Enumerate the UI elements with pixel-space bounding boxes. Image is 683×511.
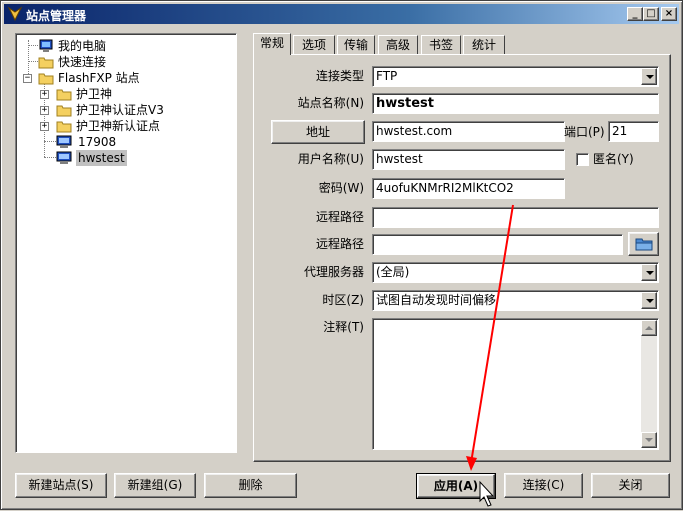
apply-button[interactable]: 应用(A) bbox=[416, 473, 496, 499]
connection-type-value: FTP bbox=[376, 69, 398, 83]
local-path-field[interactable] bbox=[372, 234, 623, 255]
tree-item-17908[interactable]: 17908 bbox=[16, 134, 216, 150]
window-title: 站点管理器 bbox=[26, 9, 87, 23]
tree-item-label: 快速连接 bbox=[58, 55, 107, 69]
port-label: 端口(P) bbox=[564, 125, 605, 139]
remote-path-label: 远程路径 bbox=[315, 210, 364, 224]
address-button[interactable]: 地址 bbox=[271, 120, 365, 144]
monitor-icon bbox=[56, 151, 72, 164]
computer-icon bbox=[39, 39, 53, 52]
tree-item-huweishen-v3[interactable]: + 护卫神认证点V3 bbox=[16, 102, 226, 118]
tab-transfer[interactable]: 传输 bbox=[337, 35, 375, 55]
tab-options[interactable]: 选项 bbox=[293, 35, 335, 55]
folder-icon bbox=[56, 89, 72, 101]
tree-item-my-computer[interactable]: 我的电脑 bbox=[16, 38, 216, 54]
chevron-down-icon[interactable] bbox=[641, 68, 657, 85]
chevron-down-icon[interactable] bbox=[641, 264, 657, 281]
minimize-button[interactable]: _ bbox=[627, 7, 643, 21]
tab-statistics[interactable]: 统计 bbox=[463, 35, 505, 55]
collapse-toggle[interactable]: − bbox=[23, 74, 32, 83]
port-field[interactable]: 21 bbox=[608, 121, 659, 142]
notes-scrollbar[interactable] bbox=[641, 320, 657, 448]
maximize-button[interactable]: □ bbox=[643, 7, 659, 21]
open-folder-icon bbox=[635, 238, 653, 251]
username-label: 用户名称(U) bbox=[297, 152, 364, 166]
tree-item-label: 护卫神认证点V3 bbox=[76, 103, 164, 117]
folder-icon bbox=[56, 105, 72, 117]
folder-icon bbox=[38, 73, 54, 85]
expand-toggle[interactable]: + bbox=[40, 90, 49, 99]
new-site-button[interactable]: 新建站点(S) bbox=[15, 473, 107, 498]
password-field[interactable]: 4uofuKNMrRI2MlKtCO2 bbox=[372, 178, 565, 199]
close-window-button[interactable]: × bbox=[661, 7, 677, 21]
anonymous-label: 匿名(Y) bbox=[593, 152, 634, 166]
delete-button[interactable]: 删除 bbox=[204, 473, 297, 498]
remote-path-field[interactable] bbox=[372, 207, 659, 228]
timezone-select[interactable]: 试图自动发现时间偏移 bbox=[372, 290, 659, 311]
folder-icon bbox=[38, 57, 54, 69]
scroll-up-icon[interactable] bbox=[641, 320, 657, 336]
browse-folder-button[interactable] bbox=[628, 232, 659, 256]
tab-bookmarks[interactable]: 书签 bbox=[421, 35, 461, 55]
tree-item-label: 护卫神 bbox=[76, 87, 113, 101]
password-label: 密码(W) bbox=[318, 181, 364, 195]
new-group-button[interactable]: 新建组(G) bbox=[114, 473, 196, 498]
site-name-label: 站点名称(N) bbox=[297, 96, 364, 110]
address-button-label: 地址 bbox=[305, 125, 330, 139]
tab-advanced[interactable]: 高级 bbox=[378, 35, 418, 55]
notes-label: 注释(T) bbox=[323, 320, 364, 334]
tree-item-label: 护卫神新认证点 bbox=[76, 119, 161, 133]
monitor-icon bbox=[56, 135, 72, 148]
proxy-value: (全局) bbox=[376, 265, 410, 279]
close-button[interactable]: 关闭 bbox=[591, 473, 670, 498]
site-tree[interactable]: 我的电脑 快速连接 − FlashFXP 站点 + 护卫神 + 护卫神认证点V3… bbox=[15, 33, 237, 453]
tree-item-label: 17908 bbox=[78, 135, 117, 149]
proxy-select[interactable]: (全局) bbox=[372, 262, 659, 283]
flashfxp-app-icon bbox=[7, 6, 23, 22]
anonymous-checkbox[interactable] bbox=[576, 153, 589, 166]
tree-item-quick-connect[interactable]: 快速连接 bbox=[16, 54, 216, 70]
address-field[interactable]: hwstest.com bbox=[372, 121, 565, 142]
expand-toggle[interactable]: + bbox=[40, 106, 49, 115]
tree-item-hwstest[interactable]: hwstest bbox=[16, 150, 216, 166]
connect-button[interactable]: 连接(C) bbox=[504, 473, 583, 498]
tree-item-huweishen-new[interactable]: + 护卫神新认证点 bbox=[16, 118, 226, 134]
folder-icon bbox=[56, 121, 72, 133]
title-bar[interactable]: 站点管理器 _ □ × bbox=[4, 4, 679, 24]
tree-item-label: hwstest bbox=[76, 150, 127, 166]
chevron-down-icon[interactable] bbox=[641, 292, 657, 309]
local-path-label: 远程路径 bbox=[315, 237, 364, 251]
tab-general[interactable]: 常规 bbox=[253, 33, 291, 55]
tree-item-huweishen[interactable]: + 护卫神 bbox=[16, 86, 216, 102]
tree-item-flashfxp-sites[interactable]: − FlashFXP 站点 bbox=[16, 70, 216, 86]
connection-type-label: 连接类型 bbox=[315, 69, 364, 83]
connection-type-select[interactable]: FTP bbox=[372, 66, 659, 87]
site-name-field[interactable]: hwstest bbox=[372, 93, 659, 114]
tree-item-label: FlashFXP 站点 bbox=[58, 71, 140, 85]
username-field[interactable]: hwstest bbox=[372, 149, 565, 170]
proxy-label: 代理服务器 bbox=[303, 265, 364, 279]
timezone-value: 试图自动发现时间偏移 bbox=[376, 293, 497, 307]
timezone-label: 时区(Z) bbox=[322, 293, 364, 307]
scroll-down-icon[interactable] bbox=[641, 432, 657, 448]
expand-toggle[interactable]: + bbox=[40, 122, 49, 131]
site-manager-window: 站点管理器 _ □ × 我的电脑 快速连接 − FlashFXP 站点 + 护卫… bbox=[0, 0, 683, 510]
tree-item-label: 我的电脑 bbox=[58, 39, 107, 53]
notes-textarea[interactable] bbox=[372, 318, 659, 450]
